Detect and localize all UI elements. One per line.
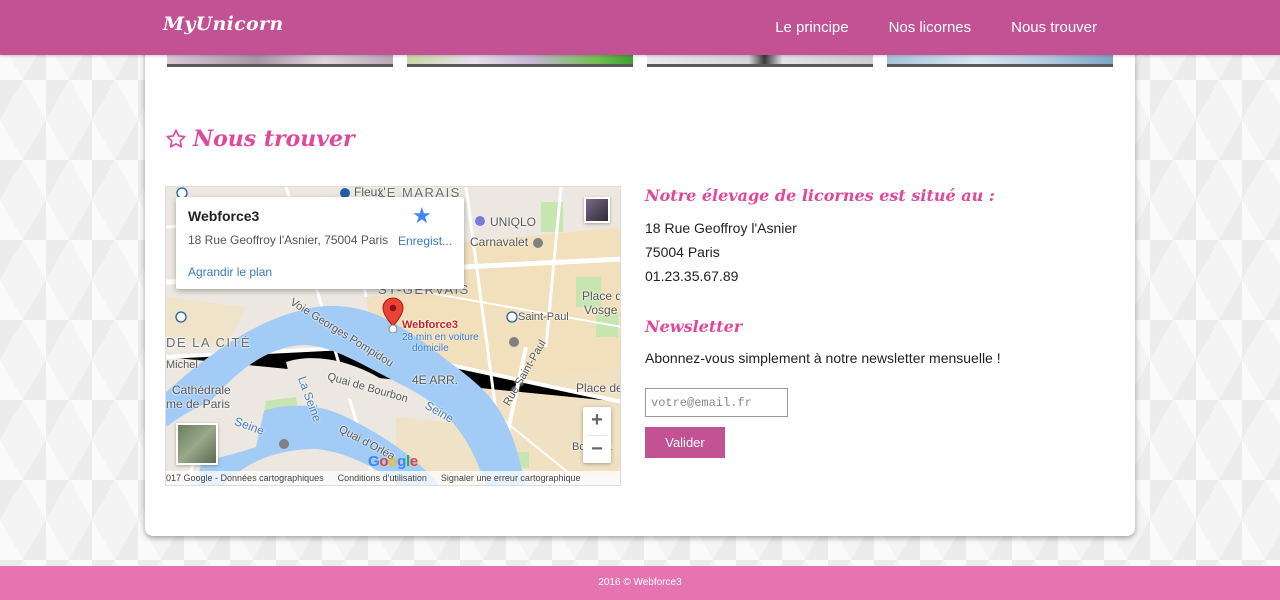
email-input[interactable]: [645, 388, 788, 417]
map-report-link[interactable]: Signaler une erreur cartographique: [441, 471, 581, 485]
map-copyright: 017 Google - Données cartographiques: [166, 473, 324, 483]
star-icon[interactable]: ★: [412, 203, 432, 229]
section-title-text: Nous trouver: [193, 126, 355, 152]
map-label: Cathédrale: [172, 383, 231, 397]
map-avatar[interactable]: [584, 197, 610, 223]
map-label: Place d: [582, 289, 621, 303]
map-label: DE LA CITÉ: [166, 335, 252, 350]
address-city: 75004 Paris: [645, 244, 720, 260]
info-place-name: Webforce3: [188, 208, 260, 224]
zoom-out-button[interactable]: −: [583, 436, 611, 464]
zoom-in-button[interactable]: +: [583, 407, 611, 435]
map-label: Carnavalet: [470, 235, 529, 249]
navbar: MyUnicorn Le principe Nos licornes Nous …: [0, 0, 1280, 55]
section-title: Nous trouver: [165, 126, 355, 152]
main-card: Nous trouver LE MARAIS Fleux' UNIQLO Car…: [145, 40, 1135, 536]
map-label: Saint-Paul: [518, 311, 569, 323]
footer-text: 2016 © Webforce3: [598, 577, 682, 588]
brand-logo[interactable]: MyUnicorn: [163, 13, 283, 35]
page-footer: 2016 © Webforce3: [0, 566, 1280, 600]
newsletter-text: Abonnez-vous simplement à notre newslett…: [645, 350, 1001, 366]
map-pin-icon[interactable]: [382, 297, 404, 333]
nav-links: Le principe Nos licornes Nous trouver: [775, 19, 1097, 36]
map-footer: 017 Google - Données cartographiques Con…: [166, 471, 620, 485]
nav-link-licornes[interactable]: Nos licornes: [889, 19, 972, 36]
map-label: Michel: [166, 359, 198, 371]
map-label: 4E ARR.: [412, 373, 459, 387]
info-place-address: 18 Rue Geoffroy l'Asnier, 75004 Paris: [188, 233, 389, 247]
newsletter-title: Newsletter: [645, 317, 743, 336]
travel-destination: domicile: [412, 343, 449, 354]
submit-button[interactable]: Valider: [645, 427, 725, 458]
satellite-toggle[interactable]: [176, 423, 218, 465]
travel-time-line: 28 min en voiture: [402, 332, 479, 343]
google-map[interactable]: LE MARAIS Fleux' UNIQLO Carnavalet ST-GE…: [165, 186, 621, 486]
map-label: Place de: [576, 381, 621, 395]
marker-travel-time: 28 min en voiture domicile: [402, 332, 479, 354]
save-place-button[interactable]: Enregist...: [398, 234, 452, 248]
address-street: 18 Rue Geoffroy l'Asnier: [645, 220, 797, 236]
star-outline-icon: [166, 129, 186, 148]
map-label: UNIQLO: [490, 215, 537, 229]
map-label: me de Paris: [166, 397, 231, 411]
google-logo: Google: [368, 453, 418, 470]
map-label: Vosge: [584, 303, 618, 317]
enlarge-map-link[interactable]: Agrandir le plan: [188, 265, 272, 279]
map-terms-link[interactable]: Conditions d'utilisation: [338, 471, 427, 485]
address-phone: 01.23.35.67.89: [645, 268, 739, 284]
zoom-controls: + −: [583, 407, 611, 463]
nav-link-principe[interactable]: Le principe: [775, 19, 848, 36]
marker-label: Webforce3: [402, 319, 459, 331]
nav-link-trouver[interactable]: Nous trouver: [1011, 19, 1097, 36]
map-info-window: Webforce3 18 Rue Geoffroy l'Asnier, 7500…: [176, 197, 464, 289]
address-title: Notre élevage de licornes est situé au :: [645, 186, 995, 205]
